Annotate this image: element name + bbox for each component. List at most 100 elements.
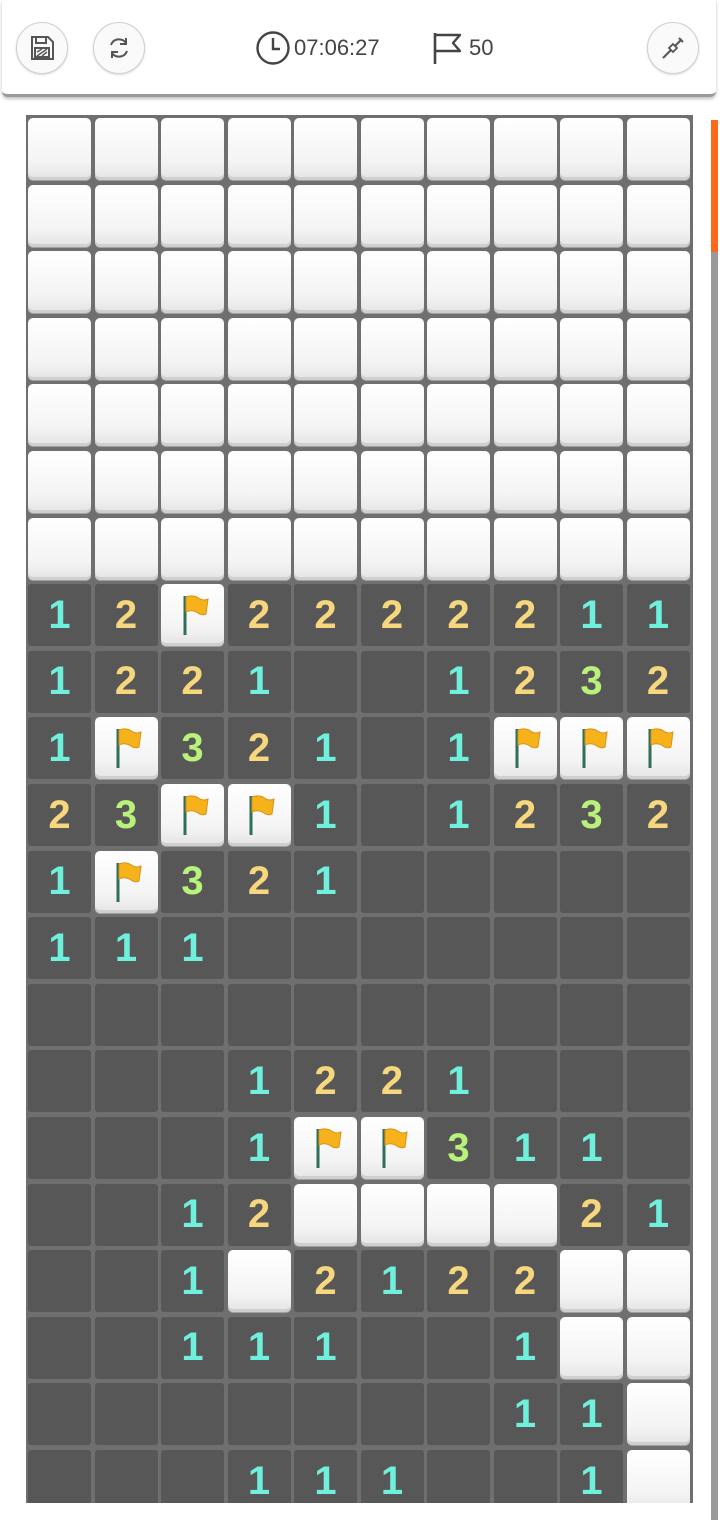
covered-tile[interactable] (227, 517, 291, 580)
covered-tile[interactable] (493, 251, 557, 314)
covered-tile[interactable] (28, 251, 91, 314)
empty-tile[interactable] (28, 1117, 91, 1179)
number-tile[interactable]: 1 (427, 717, 490, 780)
number-tile[interactable]: 2 (161, 650, 224, 713)
empty-tile[interactable] (360, 1316, 424, 1379)
number-tile[interactable]: 1 (427, 784, 490, 846)
covered-tile[interactable] (28, 317, 91, 380)
number-tile[interactable]: 2 (94, 584, 158, 647)
number-tile[interactable]: 1 (360, 1450, 424, 1503)
number-tile[interactable]: 1 (161, 1183, 224, 1246)
number-tile[interactable]: 1 (294, 850, 357, 913)
empty-tile[interactable] (493, 983, 557, 1046)
empty-tile[interactable] (294, 1383, 357, 1446)
covered-tile[interactable] (360, 384, 424, 447)
empty-tile[interactable] (427, 1316, 490, 1379)
number-tile[interactable]: 1 (227, 1117, 291, 1179)
empty-tile[interactable] (28, 1183, 91, 1246)
number-tile[interactable]: 1 (427, 1050, 490, 1113)
number-tile[interactable]: 2 (493, 584, 557, 647)
covered-tile[interactable] (560, 1250, 623, 1313)
empty-tile[interactable] (626, 1117, 690, 1179)
number-tile[interactable]: 1 (360, 1250, 424, 1313)
number-tile[interactable]: 2 (427, 1250, 490, 1313)
flagged-tile[interactable] (493, 717, 557, 780)
empty-tile[interactable] (560, 983, 623, 1046)
flagged-tile[interactable] (360, 1117, 424, 1179)
empty-tile[interactable] (626, 917, 690, 980)
covered-tile[interactable] (360, 517, 424, 580)
covered-tile[interactable] (227, 251, 291, 314)
empty-tile[interactable] (28, 1383, 91, 1446)
covered-tile[interactable] (94, 317, 158, 380)
covered-tile[interactable] (227, 451, 291, 513)
covered-tile[interactable] (560, 451, 623, 513)
covered-tile[interactable] (493, 184, 557, 247)
covered-tile[interactable] (427, 118, 490, 180)
empty-tile[interactable] (227, 983, 291, 1046)
number-tile[interactable]: 2 (94, 650, 158, 713)
empty-tile[interactable] (94, 1450, 158, 1503)
number-tile[interactable]: 2 (626, 650, 690, 713)
flagged-tile[interactable] (227, 784, 291, 846)
number-tile[interactable]: 2 (227, 584, 291, 647)
covered-tile[interactable] (626, 517, 690, 580)
covered-tile[interactable] (94, 451, 158, 513)
number-tile[interactable]: 1 (427, 650, 490, 713)
number-tile[interactable]: 3 (161, 717, 224, 780)
covered-tile[interactable] (626, 1316, 690, 1379)
number-tile[interactable]: 2 (227, 717, 291, 780)
number-tile[interactable]: 1 (493, 1383, 557, 1446)
flagged-tile[interactable] (94, 717, 158, 780)
number-tile[interactable]: 2 (560, 1183, 623, 1246)
number-tile[interactable]: 1 (28, 584, 91, 647)
covered-tile[interactable] (94, 517, 158, 580)
number-tile[interactable]: 1 (294, 717, 357, 780)
empty-tile[interactable] (427, 1383, 490, 1446)
empty-tile[interactable] (427, 983, 490, 1046)
empty-tile[interactable] (427, 850, 490, 913)
covered-tile[interactable] (626, 317, 690, 380)
empty-tile[interactable] (427, 1450, 490, 1503)
covered-tile[interactable] (94, 118, 158, 180)
covered-tile[interactable] (28, 384, 91, 447)
covered-tile[interactable] (294, 451, 357, 513)
number-tile[interactable]: 2 (360, 584, 424, 647)
number-tile[interactable]: 1 (28, 650, 91, 713)
number-tile[interactable]: 2 (227, 1183, 291, 1246)
number-tile[interactable]: 2 (493, 1250, 557, 1313)
empty-tile[interactable] (227, 917, 291, 980)
number-tile[interactable]: 1 (28, 917, 91, 980)
flagged-tile[interactable] (94, 850, 158, 913)
empty-tile[interactable] (161, 1450, 224, 1503)
empty-tile[interactable] (493, 917, 557, 980)
covered-tile[interactable] (626, 118, 690, 180)
covered-tile[interactable] (161, 118, 224, 180)
save-button[interactable] (16, 22, 68, 74)
covered-tile[interactable] (360, 451, 424, 513)
number-tile[interactable]: 3 (560, 784, 623, 846)
number-tile[interactable]: 1 (227, 1316, 291, 1379)
covered-tile[interactable] (294, 184, 357, 247)
number-tile[interactable]: 1 (161, 917, 224, 980)
empty-tile[interactable] (161, 1383, 224, 1446)
covered-tile[interactable] (427, 384, 490, 447)
scrollbar-thumb[interactable] (711, 120, 718, 252)
empty-tile[interactable] (626, 1050, 690, 1113)
empty-tile[interactable] (360, 850, 424, 913)
dig-mode-button[interactable] (647, 22, 699, 74)
number-tile[interactable]: 1 (28, 850, 91, 913)
covered-tile[interactable] (493, 451, 557, 513)
covered-tile[interactable] (227, 118, 291, 180)
covered-tile[interactable] (94, 251, 158, 314)
empty-tile[interactable] (94, 983, 158, 1046)
number-tile[interactable]: 2 (427, 584, 490, 647)
covered-tile[interactable] (427, 317, 490, 380)
empty-tile[interactable] (294, 983, 357, 1046)
covered-tile[interactable] (360, 317, 424, 380)
covered-tile[interactable] (560, 184, 623, 247)
covered-tile[interactable] (560, 118, 623, 180)
covered-tile[interactable] (28, 517, 91, 580)
number-tile[interactable]: 1 (227, 1450, 291, 1503)
number-tile[interactable]: 2 (294, 1050, 357, 1113)
